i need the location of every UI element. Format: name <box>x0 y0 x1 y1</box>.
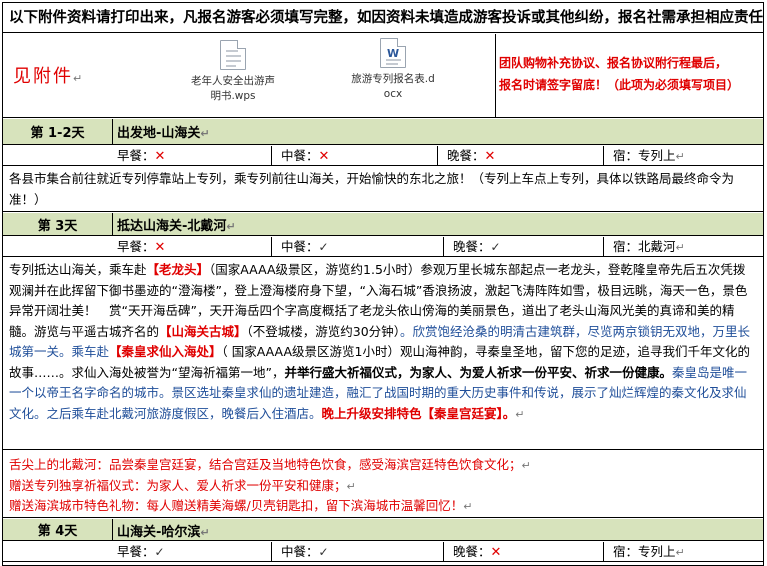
return-mark: ↵ <box>675 150 685 163</box>
day-header-4: 第 4天 山海关-哈尔滨↵ <box>3 519 763 541</box>
check-mark-icon: ✓ <box>318 240 329 254</box>
day-title: 出发地-山海关↵ <box>117 126 210 141</box>
attachment-file-registration-form[interactable]: W 旅游专列报名表.d ocx <box>333 38 453 102</box>
lodging-cell: 宿：北戴河↵ <box>613 239 685 254</box>
dinner-cell: 晚餐：✕ <box>447 148 496 164</box>
x-mark-icon: ✕ <box>318 149 330 164</box>
extra-item: 舌尖上的北戴河：品尝秦皇宫廷宴，结合宫廷及当地特色饮食，感受海滨宫廷特色饮食文化… <box>9 457 531 472</box>
return-mark: ↵ <box>675 241 685 254</box>
highlight-laolongtou: 【老龙头】 <box>146 262 210 277</box>
attachments-note: 团队购物补充协议、报名协议附行程最后， 报名时请签字留底！（此项为必须填写项目） <box>499 52 763 96</box>
day-description-3: 专列抵达山海关，乘车赴【老龙头】（国家AAAA级景区，游览约1.5小时）参观万里… <box>3 258 763 450</box>
column-divider <box>495 34 496 118</box>
wps-document-icon <box>220 40 246 70</box>
x-mark-icon: ✕ <box>484 149 496 164</box>
return-mark: ↵ <box>226 220 236 233</box>
return-mark: ↵ <box>463 500 473 513</box>
dinner-cell: 晚餐：✓ <box>453 239 501 254</box>
attachment-file-name: 旅游专列报名表.d <box>351 73 435 85</box>
lunch-cell: 中餐：✓ <box>281 239 329 254</box>
attachments-label: 见附件↵ <box>13 62 84 88</box>
highlight-qinhuang: 【秦皇求仙入海处】 <box>109 344 222 359</box>
day-description-text: 各县市集合前往就近专列停靠站上专列，乘专列前往山海关，开始愉快的东北之旅！（专列… <box>9 171 735 207</box>
attachment-file-ext: ocx <box>383 88 403 100</box>
attachments-row: 见附件↵ 老年人安全出游声 明书.wps W 旅游专列报名表.d ocx 团队购… <box>3 34 763 118</box>
return-mark: ↵ <box>200 127 210 140</box>
check-mark-icon: ✓ <box>318 545 329 559</box>
attachment-file-name: 老年人安全出游声 <box>191 75 275 87</box>
attachments-note-line2: 报名时请签字留底！（此项为必须填写项目） <box>499 78 740 92</box>
highlight-banquet: 晚上升级安排特色【秦皇宫廷宴】。 <box>321 405 516 421</box>
itinerary-document: 以下附件资料请打印出来，凡报名游客必须填写完整，如因资料未填造成游客投诉或其他纠… <box>0 0 767 566</box>
meal-row-1: 早餐：✕ 中餐：✕ 晚餐：✕ 宿：专列上↵ <box>3 146 763 166</box>
attachment-file-ext: 明书.wps <box>210 90 256 102</box>
return-mark: ↵ <box>346 479 356 493</box>
day-title: 山海关-哈尔滨↵ <box>117 525 210 540</box>
return-mark: ↵ <box>200 526 210 539</box>
day-extras-3: 舌尖上的北戴河：品尝秦皇宫廷宴，结合宫廷及当地特色饮食，感受海滨宫廷特色饮食文化… <box>3 451 763 518</box>
highlight-gucheng: 【山海关古城】 <box>159 323 247 339</box>
lodging-cell: 宿：专列上↵ <box>613 148 685 163</box>
return-mark: ↵ <box>515 407 525 421</box>
attachment-file-safety-statement[interactable]: 老年人安全出游声 明书.wps <box>173 40 293 104</box>
day-header-1: 第 1-2天 出发地-山海关↵ <box>3 119 763 145</box>
day-title: 抵达山海关-北戴河↵ <box>117 219 236 234</box>
x-mark-icon: ✕ <box>154 240 166 255</box>
notice-text: 以下附件资料请打印出来，凡报名游客必须填写完整，如因资料未填造成游客投诉或其他纠… <box>9 10 763 26</box>
breakfast-cell: 早餐：✓ <box>117 544 165 559</box>
day-description-1: 各县市集合前往就近专列停靠站上专列，乘专列前往山海关，开始愉快的东北之旅！（专列… <box>3 167 763 212</box>
day-label: 第 4天 <box>3 519 113 540</box>
word-document-icon: W <box>380 38 406 68</box>
dinner-cell: 晚餐：✕ <box>453 544 502 560</box>
x-mark-icon: ✕ <box>154 149 166 164</box>
check-mark-icon: ✓ <box>490 240 501 254</box>
day-label: 第 3天 <box>3 213 113 235</box>
extra-item: 赠送专列独享祈福仪式：为家人、爱人祈求一份平安和健康；↵ <box>9 477 356 493</box>
meal-row-4: 早餐：✓ 中餐：✓ 晚餐：✕ 宿：专列上↵ <box>3 542 763 562</box>
meal-row-3: 早餐：✕ 中餐：✓ 晚餐：✓ 宿：北戴河↵ <box>3 237 763 257</box>
day-description-text: 专列抵达山海关，乘车赴【老龙头】（国家AAAA级景区，游览约1.5小时）参观万里… <box>9 262 750 421</box>
return-mark: ↵ <box>675 546 685 559</box>
check-mark-icon: ✓ <box>154 545 165 559</box>
attachments-label-text: 见附件 <box>13 66 73 87</box>
return-mark: ↵ <box>73 72 85 85</box>
notice-banner: 以下附件资料请打印出来，凡报名游客必须填写完整，如因资料未填造成游客投诉或其他纠… <box>3 3 763 33</box>
x-mark-icon: ✕ <box>490 545 502 560</box>
lunch-cell: 中餐：✕ <box>281 148 330 164</box>
breakfast-cell: 早餐：✕ <box>117 148 166 164</box>
return-mark: ↵ <box>521 459 531 472</box>
breakfast-cell: 早餐：✕ <box>117 239 166 255</box>
lodging-cell: 宿：专列上↵ <box>613 544 685 559</box>
day-header-3: 第 3天 抵达山海关-北戴河↵ <box>3 213 763 236</box>
attachments-note-line1: 团队购物补充协议、报名协议附行程最后， <box>499 56 728 70</box>
day-label: 第 1-2天 <box>3 119 113 144</box>
lunch-cell: 中餐：✓ <box>281 544 329 559</box>
extra-item: 赠送海滨城市特色礼物：每人赠送精美海螺/贝壳钥匙扣，留下滨海城市温馨回忆！↵ <box>9 498 473 513</box>
